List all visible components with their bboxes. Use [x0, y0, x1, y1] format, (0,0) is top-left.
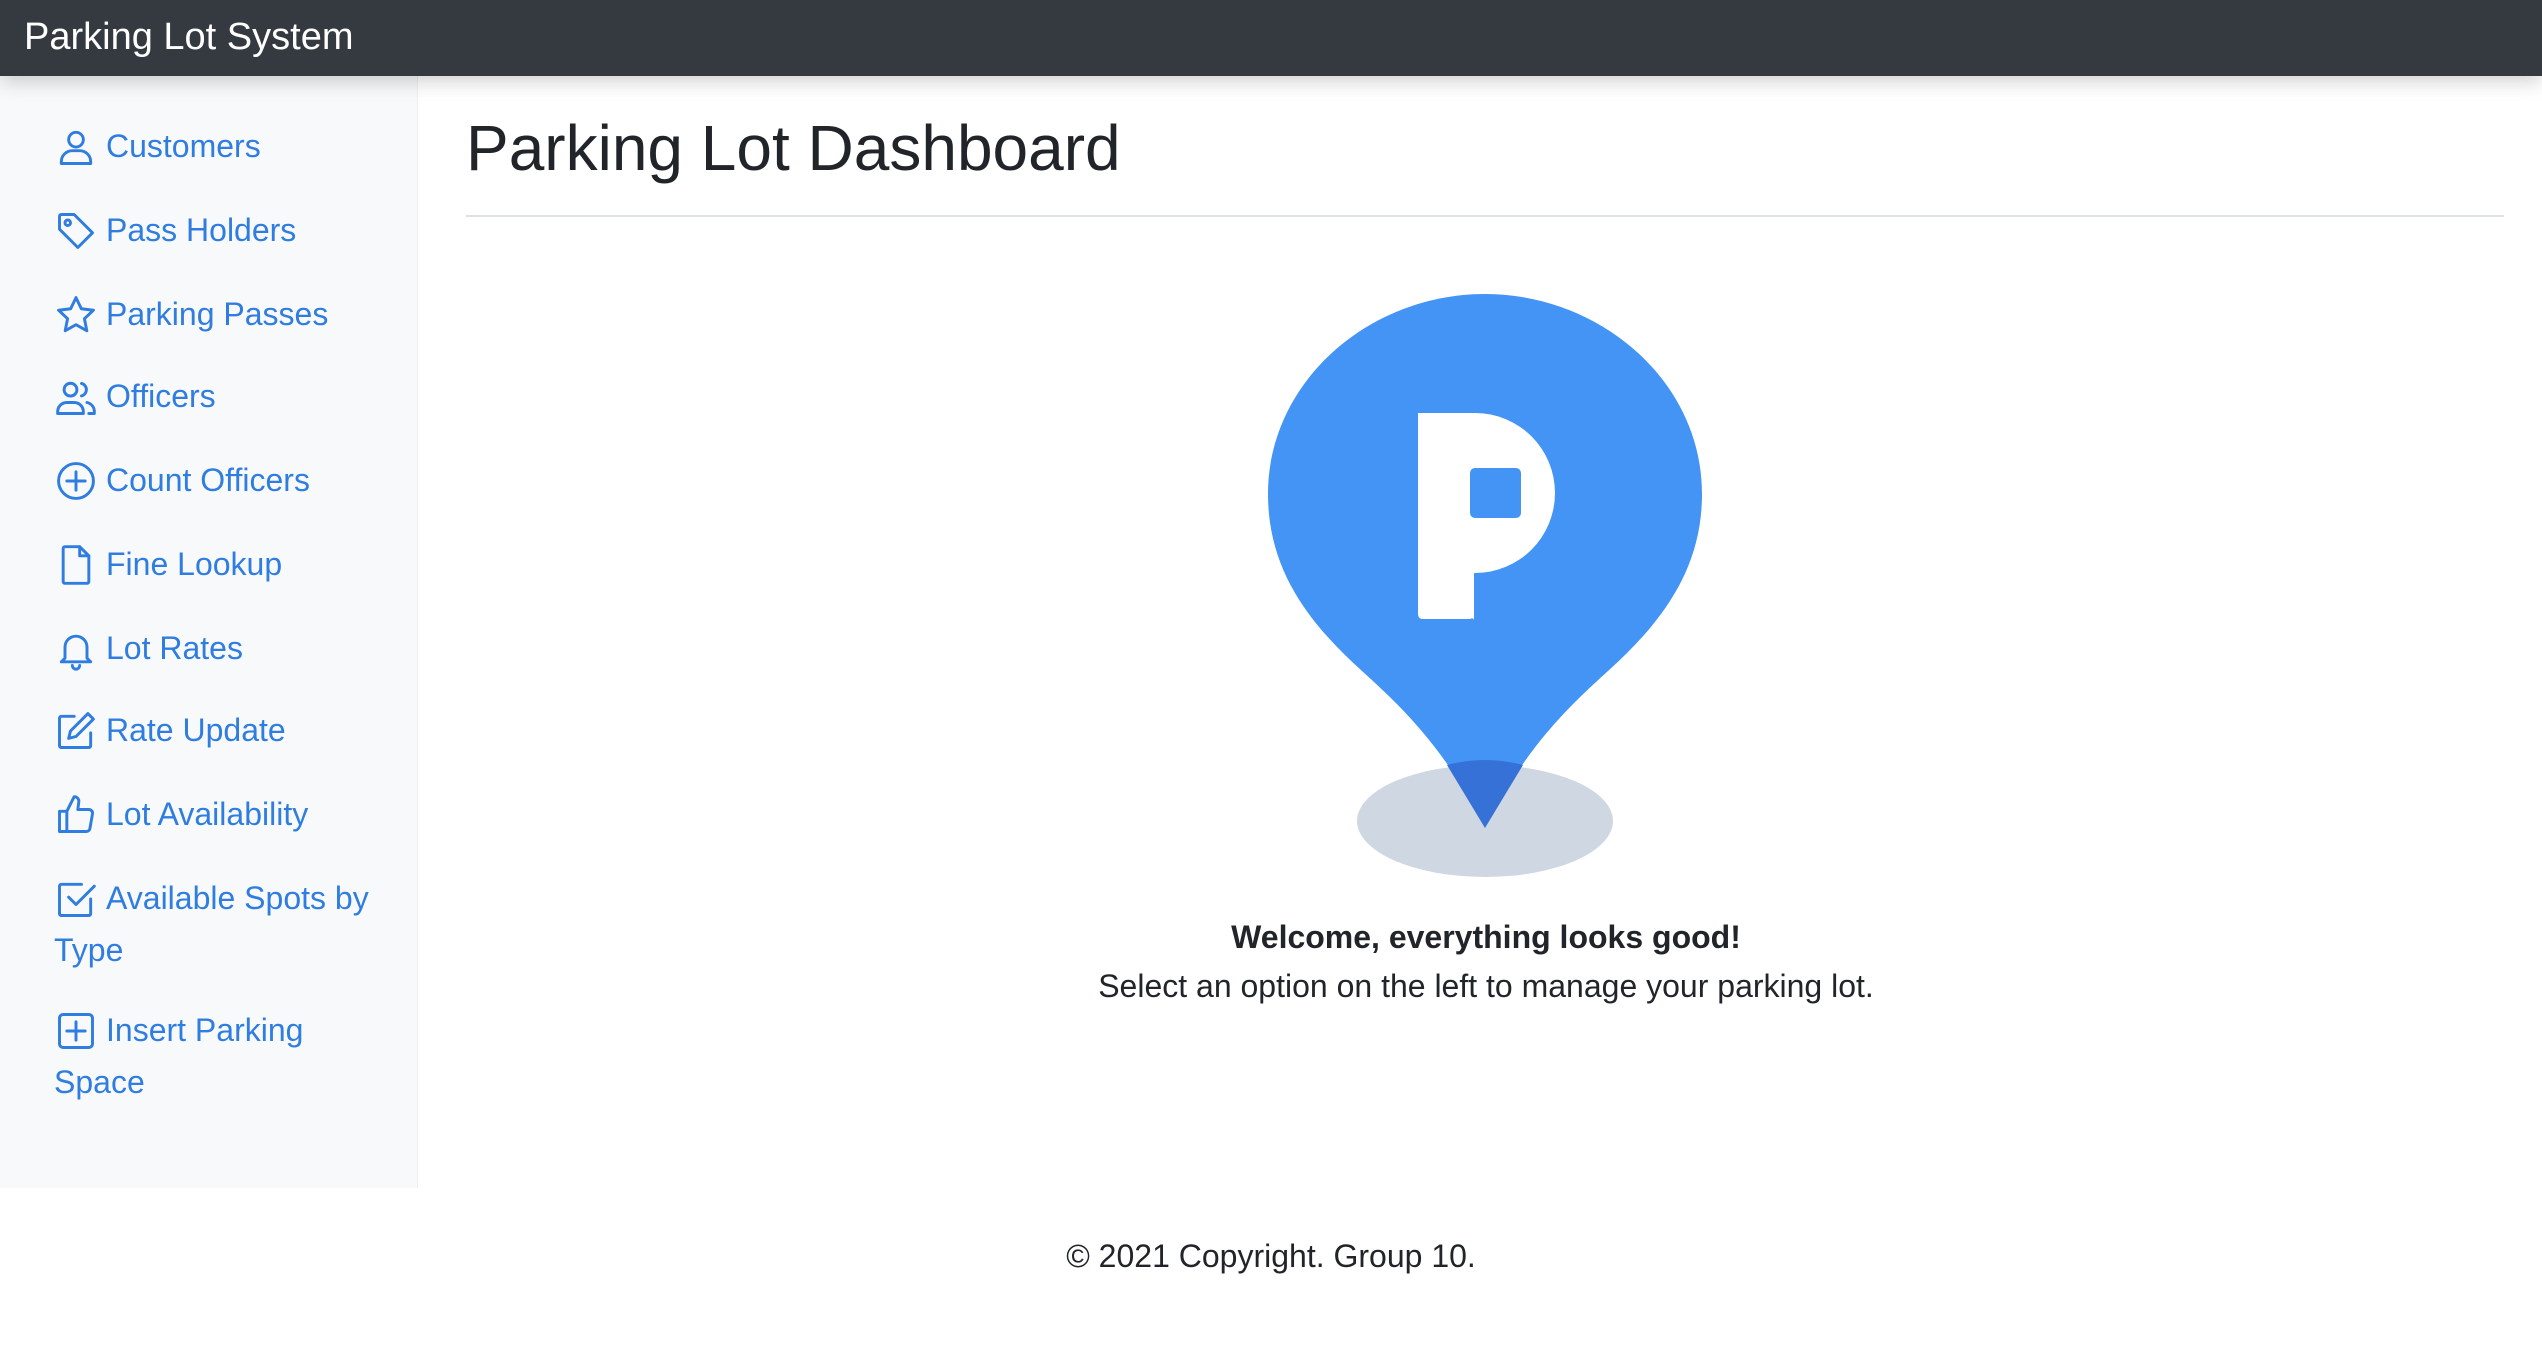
sidebar-item-label: Pass Holders	[106, 212, 297, 248]
sidebar-item-available-spots-by-type[interactable]: Available Spots by Type	[54, 872, 374, 976]
star-icon	[54, 293, 98, 337]
sidebar-item-lot-rates[interactable]: Lot Rates	[54, 622, 374, 674]
sidebar-item-insert-parking-space[interactable]: Insert Parking Space	[54, 1004, 374, 1108]
top-navbar: Parking Lot System	[0, 0, 2542, 76]
sidebar-item-label: Officers	[106, 378, 216, 414]
sidebar-item-lot-availability[interactable]: Lot Availability	[54, 788, 374, 840]
sidebar-item-parking-passes[interactable]: Parking Passes	[54, 288, 374, 340]
sidebar-item-label: Count Officers	[106, 462, 310, 498]
sidebar-item-label: Lot Availability	[106, 796, 309, 832]
welcome-text: Select an option on the left to manage y…	[1098, 968, 1874, 1004]
bell-icon	[54, 627, 98, 671]
sidebar-item-rate-update[interactable]: Rate Update	[54, 704, 374, 756]
welcome-title: Welcome, everything looks good!	[1231, 919, 1741, 955]
file-icon	[54, 543, 98, 587]
check-square-icon	[54, 877, 98, 921]
tag-icon	[54, 209, 98, 253]
pencil-square-icon	[54, 709, 98, 753]
parking-pin-icon	[1220, 266, 1750, 906]
sidebar-item-label: Parking Passes	[106, 296, 329, 332]
sidebar: Customers Pass Holders Parking Passes Of…	[0, 76, 418, 1188]
sidebar-item-label: Available Spots by Type	[54, 880, 369, 968]
brand-title[interactable]: Parking Lot System	[24, 0, 353, 74]
sidebar-item-label: Rate Update	[106, 712, 286, 748]
plus-square-icon	[54, 1009, 98, 1053]
people-icon	[54, 375, 98, 419]
parking-letter-p-counter	[1470, 468, 1521, 518]
person-icon	[54, 125, 98, 169]
sidebar-item-pass-holders[interactable]: Pass Holders	[54, 204, 374, 256]
footer-copyright: © 2021 Copyright. Group 10.	[1066, 1238, 1476, 1274]
sidebar-item-label: Fine Lookup	[106, 546, 283, 582]
sidebar-item-label: Customers	[106, 128, 261, 164]
sidebar-item-customers[interactable]: Customers	[54, 120, 374, 172]
plus-circle-icon	[54, 459, 98, 503]
sidebar-item-officers[interactable]: Officers	[54, 370, 374, 422]
sidebar-item-label: Lot Rates	[106, 630, 243, 666]
title-divider	[466, 215, 2504, 217]
page-title: Parking Lot Dashboard	[466, 112, 1121, 184]
sidebar-item-count-officers[interactable]: Count Officers	[54, 454, 374, 506]
thumbs-up-icon	[54, 793, 98, 837]
sidebar-item-fine-lookup[interactable]: Fine Lookup	[54, 538, 374, 590]
